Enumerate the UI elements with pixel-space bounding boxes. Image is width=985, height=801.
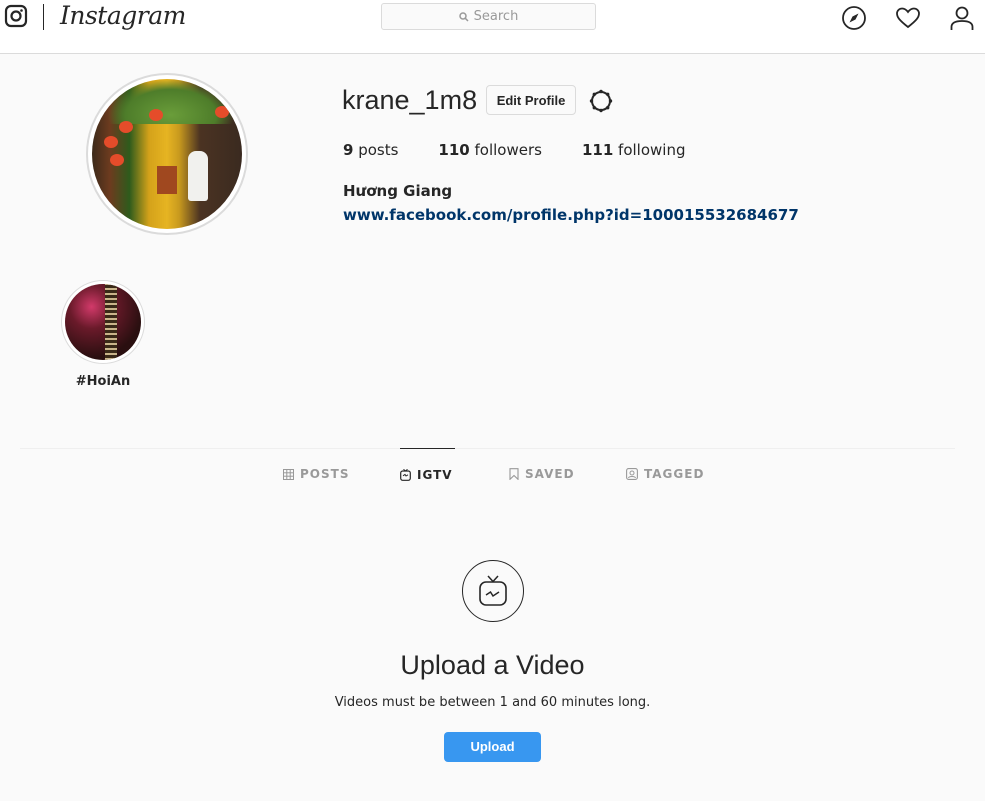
search-icon — [458, 11, 469, 22]
highlight-cover-image — [65, 284, 141, 360]
logo-divider — [43, 4, 44, 30]
tab-posts[interactable]: POSTS — [283, 448, 349, 500]
following-stat[interactable]: 111 following — [582, 141, 686, 159]
grid-icon — [283, 468, 294, 480]
heart-icon[interactable] — [895, 5, 921, 31]
tab-igtv[interactable]: IGTV — [400, 448, 455, 500]
upload-button[interactable]: Upload — [444, 732, 541, 762]
instagram-logo-icon[interactable] — [4, 4, 28, 28]
profile-username: krane_1m8 — [342, 85, 478, 115]
search-input[interactable]: Search — [381, 3, 596, 30]
profile-stats: 9 posts 110 followers 111 following — [343, 141, 725, 159]
user-profile-icon[interactable] — [949, 5, 975, 31]
igtv-icon — [400, 468, 411, 481]
highlight-label: #HoiAn — [75, 374, 131, 389]
empty-state-subtitle: Videos must be between 1 and 60 minutes … — [334, 695, 651, 710]
tab-tagged[interactable]: TAGGED — [626, 448, 704, 500]
empty-state-title: Upload a Video — [400, 650, 585, 680]
followers-stat[interactable]: 110 followers — [438, 141, 542, 159]
profile-full-name: Hương Giang — [343, 182, 453, 200]
story-highlight[interactable]: #HoiAn — [60, 280, 146, 389]
instagram-wordmark[interactable]: Instagram — [60, 1, 186, 30]
igtv-large-icon — [461, 560, 524, 622]
search-placeholder: Search — [473, 9, 519, 24]
tagged-icon — [626, 468, 638, 480]
posts-stat: 9 posts — [343, 141, 399, 159]
highlight-ring — [61, 280, 145, 364]
profile-website-link[interactable]: www.facebook.com/profile.php?id=10001553… — [343, 206, 799, 224]
igtv-empty-state: Upload a Video Videos must be between 1 … — [0, 560, 985, 762]
tab-saved[interactable]: SAVED — [509, 448, 575, 500]
avatar-photo — [92, 79, 242, 229]
top-nav-bar: Instagram Search — [0, 0, 985, 54]
profile-tabs: POSTS IGTV SAVED TAGGED — [0, 448, 985, 500]
edit-profile-button[interactable]: Edit Profile — [486, 85, 576, 115]
compass-icon[interactable] — [841, 5, 867, 31]
bookmark-icon — [509, 468, 519, 480]
profile-avatar[interactable] — [86, 73, 248, 235]
settings-gear-icon[interactable] — [588, 88, 614, 114]
